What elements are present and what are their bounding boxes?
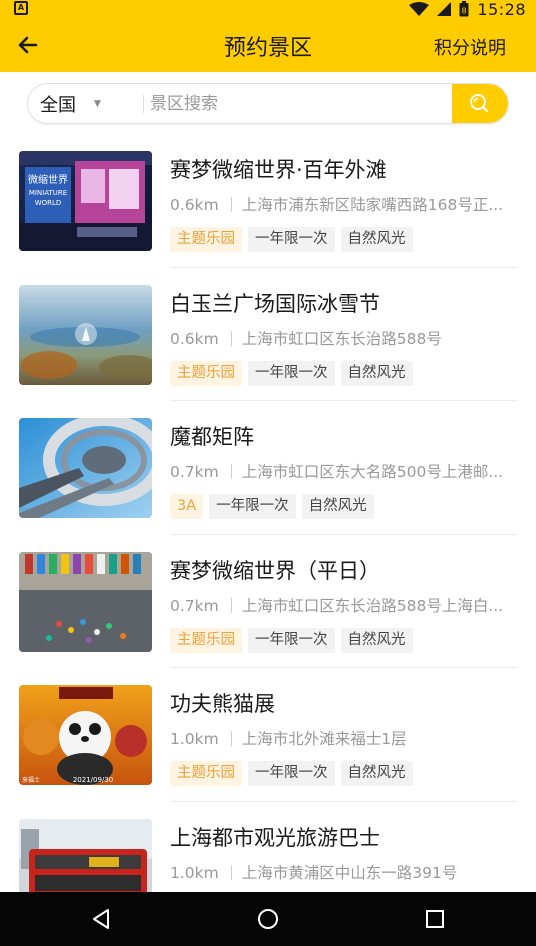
search-divider [143, 95, 144, 113]
scenic-name: 赛梦微缩世界·百年外滩 [170, 158, 387, 182]
status-bar: A 8 15:28 [0, 0, 536, 19]
tag: 一年限一次 [248, 627, 335, 653]
points-rules-link[interactable]: 积分说明 [434, 34, 506, 60]
tag: 一年限一次 [248, 227, 335, 252]
region-label: 全国 [40, 94, 76, 116]
search-bar: 全国 ▼ [27, 83, 509, 124]
scenic-thumbnail [19, 551, 152, 652]
battery-level-text: 8 [462, 7, 467, 16]
tag: 主题乐园 [170, 761, 242, 786]
scenic-meta: 1.0km 上海市黄浦区中山东一路391号 [170, 861, 510, 883]
clock: 15:28 [477, 0, 526, 19]
search-input[interactable] [150, 84, 470, 123]
scenic-name: 功夫熊猫展 [170, 692, 275, 716]
address: 上海市虹口区东长治路588号上海白... [241, 596, 504, 615]
tag: 主题乐园 [170, 227, 242, 252]
tag-list: 3A 一年限一次 自然风光 [170, 494, 374, 519]
tag-list: 主题乐园 一年限一次 自然风光 [170, 761, 413, 786]
list-item[interactable]: 白玉兰广场国际冰雪节 0.6km 上海市虹口区东长治路588号 主题乐园 一年限一… [0, 268, 536, 401]
scenic-meta: 1.0km 上海市北外滩来福士1层 [170, 727, 510, 749]
tag: 自然风光 [301, 494, 374, 519]
status-indicators: 8 15:28 [409, 0, 526, 19]
scenic-meta: 0.6km 上海市浦东新区陆家嘴西路168号正... [170, 193, 510, 215]
wifi-icon [409, 2, 430, 16]
scenic-name: 赛梦微缩世界（平日） [170, 558, 380, 583]
list-item[interactable]: 魔都矩阵 0.7km 上海市虹口区东大名路500号上港邮... 3A 一年限一次 … [0, 401, 536, 535]
scenic-name: 白玉兰广场国际冰雪节 [170, 291, 380, 316]
sign-text: 微缩世界 [28, 173, 68, 186]
nav-recents-icon[interactable] [422, 906, 448, 932]
nav-home-icon[interactable] [255, 906, 281, 932]
scenic-name: 上海都市观光旅游巴士 [170, 825, 380, 850]
list-item[interactable]: 微缩世界 MINIATURE WORLD 赛梦微缩世界·百年外滩 0.6km 上海… [0, 134, 536, 268]
battery-icon: 8 [459, 1, 469, 17]
tag: 自然风光 [340, 627, 413, 653]
distance: 0.7km [170, 596, 219, 615]
photo-corner-text: 来福士 [22, 776, 40, 784]
address: 上海市虹口区东长治路588号 [241, 329, 442, 348]
photo-date-text: 2021/09/30 [73, 776, 113, 784]
tag-list: 主题乐园 一年限一次 自然风光 [170, 360, 413, 386]
distance: 0.6km [170, 196, 219, 214]
tag: 自然风光 [340, 761, 413, 786]
tag-list: 主题乐园 一年限一次 自然风光 [170, 627, 413, 653]
tag: 自然风光 [340, 227, 413, 252]
tag: 自然风光 [340, 360, 413, 386]
address: 上海市虹口区东大名路500号上港邮... [241, 463, 504, 481]
search-button[interactable] [452, 84, 508, 123]
distance: 1.0km [170, 730, 219, 748]
address: 上海市黄浦区中山东一路391号 [241, 863, 458, 882]
sign-text: WORLD [35, 199, 62, 207]
system-nav-bar [0, 892, 536, 946]
list-item[interactable]: 2021/09/30 来福士 功夫熊猫展 1.0km 上海市北外滩来福士1层 主题… [0, 668, 536, 802]
sign-text: MINIATURE [29, 189, 67, 197]
tag-list: 主题乐园 一年限一次 自然风光 [170, 227, 413, 252]
address: 上海市北外滩来福士1层 [241, 730, 407, 748]
list-item[interactable]: 赛梦微缩世界（平日） 0.7km 上海市虹口区东长治路588号上海白... 主题乐… [0, 535, 536, 668]
tag: 一年限一次 [209, 494, 296, 519]
app-header: 预约景区 积分说明 [0, 18, 536, 72]
search-icon [470, 94, 489, 113]
scenic-meta: 0.6km 上海市虹口区东长治路588号 [170, 327, 510, 349]
app-notification-icon: A [14, 1, 28, 15]
scenic-list: 微缩世界 MINIATURE WORLD 赛梦微缩世界·百年外滩 0.6km 上海… [0, 134, 536, 935]
screen: A 8 15:28 预约景区 积分说明 全国 ▼ 景区搜索 微缩世界 MINIA… [0, 0, 536, 946]
distance: 1.0km [170, 863, 219, 882]
tag: 主题乐园 [170, 360, 242, 386]
scenic-meta: 0.7km 上海市虹口区东长治路588号上海白... [170, 594, 510, 616]
tag: 一年限一次 [248, 761, 335, 786]
signal-icon [437, 2, 452, 16]
distance: 0.7km [170, 463, 219, 481]
tag: 一年限一次 [248, 360, 335, 386]
scenic-meta: 0.7km 上海市虹口区东大名路500号上港邮... [170, 460, 510, 482]
scenic-name: 魔都矩阵 [170, 425, 254, 449]
address: 上海市浦东新区陆家嘴西路168号正... [241, 196, 504, 214]
tag: 3A [170, 494, 204, 519]
nav-back-icon[interactable] [88, 906, 114, 932]
scenic-thumbnail: 微缩世界 MINIATURE WORLD [19, 151, 152, 251]
scenic-thumbnail [19, 284, 152, 385]
tag: 主题乐园 [170, 627, 242, 653]
chevron-down-icon: ▼ [94, 98, 101, 109]
region-dropdown[interactable]: 全国 ▼ [40, 84, 101, 123]
distance: 0.6km [170, 329, 219, 348]
scenic-thumbnail: 2021/09/30 来福士 [19, 685, 152, 785]
scenic-thumbnail [19, 418, 152, 518]
